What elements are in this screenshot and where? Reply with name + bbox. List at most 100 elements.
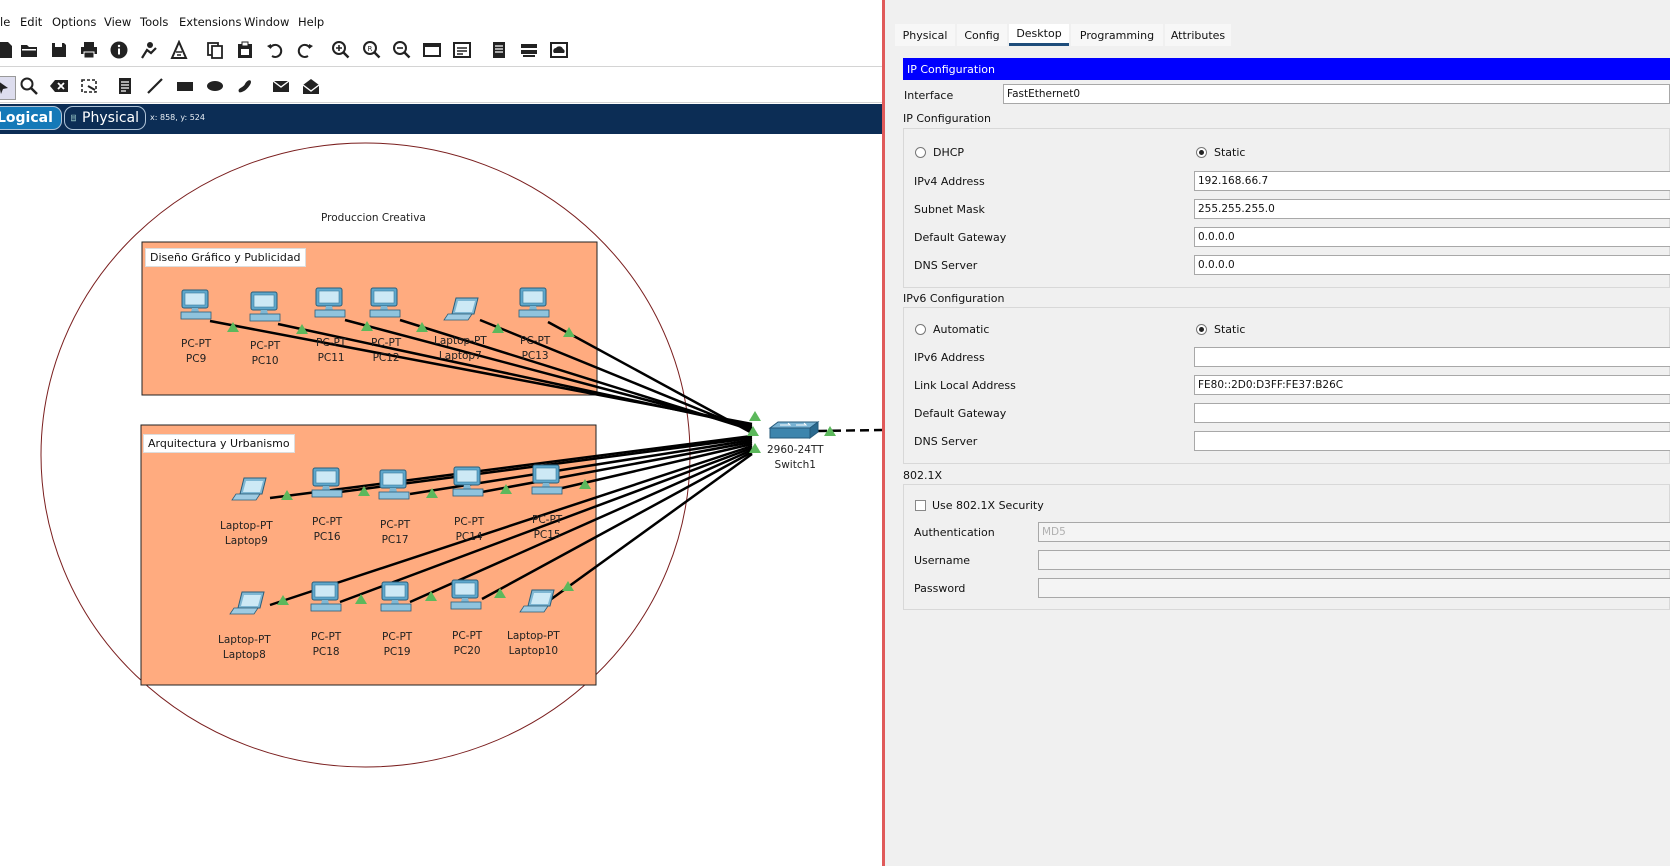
pc17-device[interactable] bbox=[378, 469, 410, 500]
device-label: PC-PT PC19 bbox=[382, 631, 413, 658]
open-folder-icon[interactable] bbox=[18, 39, 40, 61]
note-icon[interactable] bbox=[114, 75, 136, 97]
tab-logical[interactable]: Logical bbox=[0, 106, 62, 130]
save-icon[interactable] bbox=[48, 39, 70, 61]
menu-file[interactable]: le bbox=[0, 15, 10, 29]
switch1-device[interactable] bbox=[769, 421, 819, 439]
cluster-icon[interactable] bbox=[518, 39, 540, 61]
zoom-in-icon[interactable] bbox=[330, 39, 352, 61]
switch-label: 2960-24TT Switch1 bbox=[767, 444, 824, 471]
network-wizard-icon[interactable] bbox=[138, 39, 160, 61]
pc11-device[interactable] bbox=[314, 287, 346, 318]
subnet-mask-label: Subnet Mask bbox=[914, 203, 985, 216]
menu-edit[interactable]: Edit bbox=[20, 15, 42, 29]
zoom-reset-icon[interactable]: R bbox=[361, 39, 383, 61]
authentication-select[interactable]: MD5 bbox=[1038, 522, 1670, 542]
activity-wizard-icon[interactable] bbox=[168, 39, 190, 61]
inspect-icon[interactable] bbox=[18, 75, 40, 97]
logical-workspace-canvas[interactable]: Produccion Creativa Diseño Gráfico y Pub… bbox=[0, 134, 882, 866]
undo-icon[interactable] bbox=[264, 39, 286, 61]
pc15-device[interactable] bbox=[531, 464, 563, 495]
ipv6-auto-radio[interactable] bbox=[915, 324, 926, 335]
pc20-device[interactable] bbox=[450, 579, 482, 610]
device-label: PC-PT PC12 bbox=[371, 337, 402, 364]
redo-icon[interactable] bbox=[294, 39, 316, 61]
device-label: PC-PT PC10 bbox=[250, 340, 281, 367]
device-label: Laptop-PT Laptop8 bbox=[218, 634, 271, 661]
ipv6-dns-field[interactable] bbox=[1194, 431, 1670, 451]
area1-title: Diseño Gráfico y Publicidad bbox=[145, 248, 306, 267]
menu-extensions[interactable]: Extensions bbox=[179, 15, 241, 29]
username-field[interactable] bbox=[1038, 550, 1670, 570]
tab-programming[interactable]: Programming bbox=[1071, 24, 1163, 46]
paste-icon[interactable] bbox=[234, 39, 256, 61]
add-complex-pdu-icon[interactable] bbox=[300, 75, 322, 97]
menu-options[interactable]: Options bbox=[52, 15, 96, 29]
doc-icon[interactable] bbox=[488, 39, 510, 61]
dot1x-checkbox[interactable] bbox=[915, 500, 926, 511]
copy-icon[interactable] bbox=[204, 39, 226, 61]
default-gateway-field[interactable]: 0.0.0.0 bbox=[1194, 227, 1670, 247]
subnet-mask-field[interactable]: 255.255.255.0 bbox=[1194, 199, 1670, 219]
dhcp-radio[interactable] bbox=[915, 147, 926, 158]
menu-window[interactable]: Window bbox=[244, 15, 289, 29]
ipv6-group: Automatic Static IPv6 Address Link Local… bbox=[903, 307, 1670, 464]
static-radio[interactable] bbox=[1196, 147, 1207, 158]
interface-label: Interface bbox=[904, 89, 954, 102]
tab-physical[interactable]: Physical bbox=[64, 106, 146, 130]
zoom-out-icon[interactable] bbox=[391, 39, 413, 61]
ipv6-address-field[interactable] bbox=[1194, 347, 1670, 367]
pc14-device[interactable] bbox=[452, 466, 484, 497]
main-toolbar: R bbox=[0, 34, 882, 67]
menu-help[interactable]: Help bbox=[298, 15, 324, 29]
device-label: PC-PT PC13 bbox=[520, 335, 551, 362]
tab-physical-config[interactable]: Physical bbox=[895, 24, 955, 46]
info-icon[interactable] bbox=[108, 39, 130, 61]
svg-text:R: R bbox=[368, 45, 373, 53]
ip-config-header: IP Configuration bbox=[903, 58, 1670, 80]
pc9-device[interactable] bbox=[180, 289, 212, 320]
custom-device-dialog-icon[interactable] bbox=[451, 39, 473, 61]
main-workspace-window: le Edit Options View Tools Extensions Wi… bbox=[0, 0, 882, 866]
link-local-field[interactable]: FE80::2D0:D3FF:FE37:B26C bbox=[1194, 375, 1670, 395]
interface-select[interactable]: FastEthernet0 bbox=[1003, 84, 1670, 104]
menu-tools[interactable]: Tools bbox=[140, 15, 168, 29]
pc10-device[interactable] bbox=[249, 291, 281, 322]
ipv4-group: DHCP Static IPv4 Address 192.168.66.7 Su… bbox=[903, 128, 1670, 288]
tab-desktop[interactable]: Desktop bbox=[1009, 24, 1069, 46]
ipv4-address-field[interactable]: 192.168.66.7 bbox=[1194, 171, 1670, 191]
freeform-icon[interactable] bbox=[234, 75, 256, 97]
tab-config[interactable]: Config bbox=[957, 24, 1007, 46]
pc16-device[interactable] bbox=[311, 467, 343, 498]
pc12-device[interactable] bbox=[369, 287, 401, 318]
menu-view[interactable]: View bbox=[104, 15, 131, 29]
physical-label: Physical bbox=[82, 110, 139, 126]
dot1x-section-title: 802.1X bbox=[903, 469, 943, 482]
drawing-palette-icon[interactable] bbox=[421, 39, 443, 61]
rectangle-icon[interactable] bbox=[174, 75, 196, 97]
device-config-window: Physical Config Desktop Programming Attr… bbox=[885, 0, 1670, 866]
new-file-icon[interactable] bbox=[0, 39, 16, 61]
ellipse-icon[interactable] bbox=[204, 75, 226, 97]
authentication-label: Authentication bbox=[914, 526, 995, 539]
pc13-device[interactable] bbox=[518, 287, 550, 318]
ipv4-section-title: IP Configuration bbox=[903, 112, 991, 125]
cloud-viewer-icon[interactable] bbox=[548, 39, 570, 61]
delete-icon[interactable] bbox=[48, 75, 70, 97]
dns-server-field[interactable]: 0.0.0.0 bbox=[1194, 255, 1670, 275]
dot1x-group: Use 802.1X Security Authentication MD5 U… bbox=[903, 484, 1670, 610]
add-simple-pdu-icon[interactable] bbox=[270, 75, 292, 97]
ipv6-static-radio[interactable] bbox=[1196, 324, 1207, 335]
device-label: PC-PT PC14 bbox=[454, 516, 485, 543]
pc18-device[interactable] bbox=[310, 581, 342, 612]
password-field[interactable] bbox=[1038, 578, 1670, 598]
select-icon[interactable] bbox=[0, 76, 16, 100]
pc19-device[interactable] bbox=[380, 581, 412, 612]
ipv6-section-title: IPv6 Configuration bbox=[903, 292, 1005, 305]
ipv6-gateway-field[interactable] bbox=[1194, 403, 1670, 423]
resize-shape-icon[interactable] bbox=[78, 75, 100, 97]
print-icon[interactable] bbox=[78, 39, 100, 61]
tab-attributes[interactable]: Attributes bbox=[1165, 24, 1231, 46]
device-label: Laptop-PT Laptop7 bbox=[434, 335, 487, 362]
line-icon[interactable] bbox=[144, 75, 166, 97]
